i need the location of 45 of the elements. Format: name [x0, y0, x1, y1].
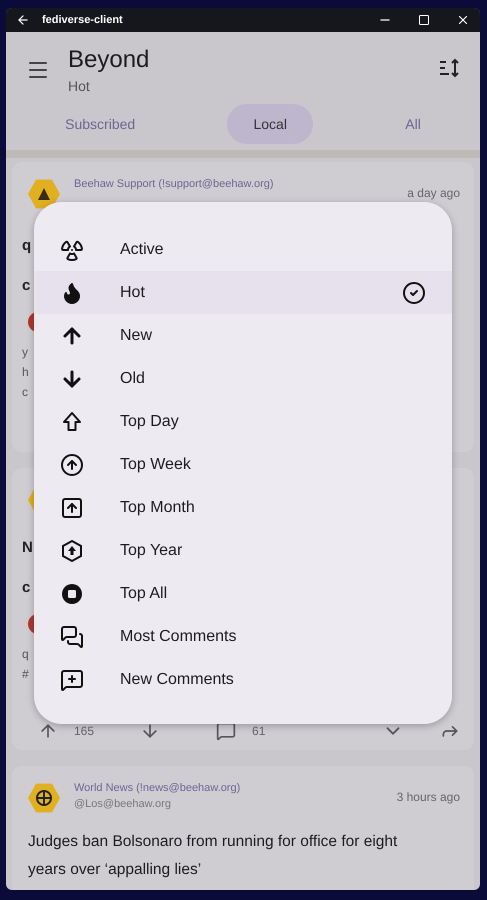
- sort-label: Hot: [68, 78, 91, 94]
- post-time: a day ago: [407, 186, 460, 200]
- community-title: Beyond: [68, 46, 150, 74]
- post-title: c: [22, 276, 30, 296]
- sort-option[interactable]: Top Day: [34, 400, 452, 443]
- post-title: years over ‘appalling lies’: [28, 860, 202, 880]
- sort-option[interactable]: New: [34, 314, 452, 357]
- post-body: h: [22, 364, 29, 381]
- sort-option[interactable]: Hot: [34, 271, 452, 314]
- window-title: fediverse-client: [42, 14, 124, 26]
- post-body: q: [22, 646, 29, 663]
- post-body: c: [22, 384, 28, 401]
- comment-count: 61: [252, 724, 266, 738]
- post-body: #: [22, 666, 29, 683]
- radiation-icon: [60, 238, 84, 262]
- vote-count: 165: [74, 724, 94, 738]
- sort-option[interactable]: New Comments: [34, 658, 452, 701]
- arrow-up-icon: [60, 410, 84, 434]
- close-icon[interactable]: [456, 13, 470, 27]
- post-body: y: [22, 344, 28, 361]
- sort-option[interactable]: Top Week: [34, 443, 452, 486]
- post-title: Judges ban Bolsonaro from running for office for eight: [28, 832, 398, 852]
- comments-icon: [60, 624, 84, 648]
- maximize-icon[interactable]: [418, 14, 430, 26]
- back-icon[interactable]: [16, 13, 30, 27]
- feed-tab[interactable]: Local: [227, 104, 313, 144]
- sort-option[interactable]: Most Comments: [34, 615, 452, 658]
- post-title: c: [22, 578, 30, 598]
- sort-option[interactable]: Active: [34, 228, 452, 271]
- hexagon-arrow-up-icon: [60, 538, 84, 562]
- author-handle: @Los@beehaw.org: [74, 798, 172, 810]
- sort-option[interactable]: Top All: [34, 572, 452, 615]
- post-time: 3 hours ago: [396, 790, 460, 804]
- community-name: World News (!news@beehaw.org): [74, 782, 242, 794]
- sort-option[interactable]: Old: [34, 357, 452, 400]
- sort-option[interactable]: Top Year: [34, 529, 452, 572]
- comment-icon[interactable]: [216, 721, 236, 741]
- community-name: Beehaw Support (!support@beehaw.org): [74, 178, 275, 190]
- square-arrow-up-icon: [60, 496, 84, 520]
- stop-circle-icon: [60, 582, 84, 606]
- circle-arrow-up-icon: [60, 452, 84, 476]
- comment-plus-icon: [60, 668, 84, 692]
- check-icon: [402, 280, 426, 304]
- post-title: q: [22, 236, 32, 256]
- post-title: N: [22, 538, 33, 558]
